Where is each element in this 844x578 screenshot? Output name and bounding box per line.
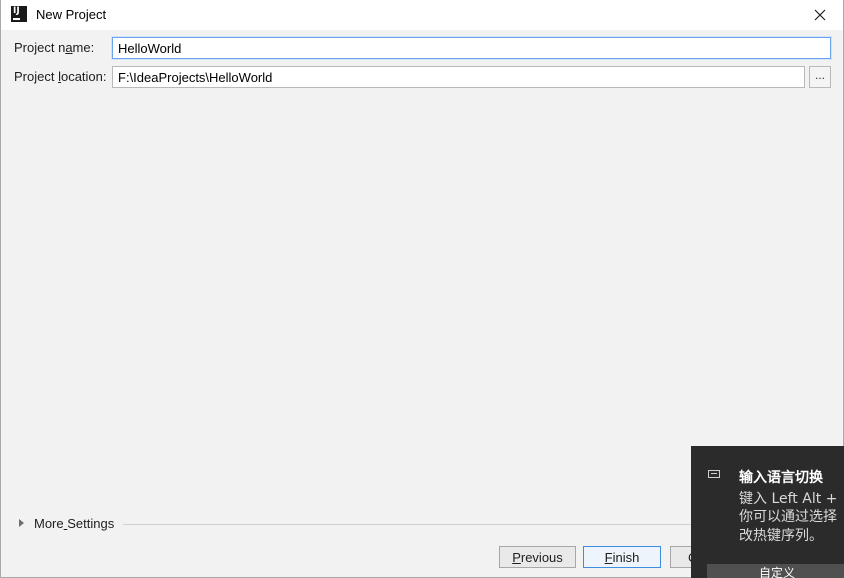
title-bar: IJ New Project — [1, 0, 843, 30]
intellij-app-icon: IJ — [11, 6, 27, 22]
window-title: New Project — [36, 7, 107, 22]
close-icon — [814, 9, 826, 21]
project-location-input[interactable] — [112, 66, 805, 88]
project-location-label: Project location: — [14, 69, 107, 84]
previous-button[interactable]: Previous — [499, 546, 576, 568]
toast-line-2: 你可以通过选择 — [739, 509, 837, 525]
toast-title: 输入语言切换 — [739, 470, 823, 486]
close-button[interactable] — [798, 0, 842, 30]
finish-button[interactable]: Finish — [583, 546, 661, 568]
toast-line-1: 键入 Left Alt + — [739, 491, 838, 507]
project-name-label: Project name: — [14, 40, 95, 55]
browse-button[interactable]: ... — [809, 66, 831, 88]
toast-line-3: 改热键序列。 — [739, 528, 823, 544]
ime-language-switch-toast[interactable]: 输入语言切换 键入 Left Alt + 你可以通过选择 改热键序列。 自定义 — [691, 446, 844, 578]
project-name-input[interactable] — [112, 37, 831, 59]
customize-button[interactable]: 自定义 — [707, 564, 844, 578]
keyboard-icon — [708, 470, 720, 478]
expand-arrow-icon — [19, 519, 24, 527]
